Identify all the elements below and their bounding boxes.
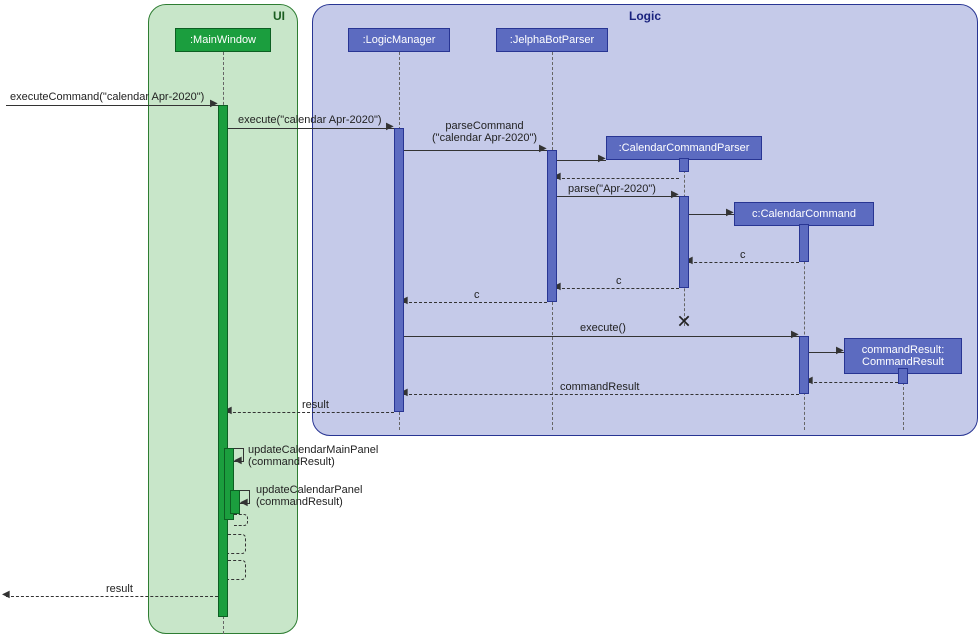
participant-calendar-command-parser: :CalendarCommandParser [606,136,762,160]
msg-parsecommand [404,150,547,151]
msg-return-c3 [404,302,547,303]
msg-execute [228,128,394,129]
arrow-create-result: ▶ [836,347,844,355]
participant-main-window: :MainWindow [175,28,271,52]
msg-parsecommand-label: parseCommand ("calendar Apr-2020") [432,120,537,144]
msg-create-parser-return [557,178,679,179]
arrow-execute-call: ▶ [791,331,799,339]
activation-main-window-3 [230,490,240,514]
activation-calendar-command-parser-1 [679,158,689,172]
participant-label: :LogicManager [363,34,436,46]
msg-executecommand [6,105,218,106]
msg-update-panel-label: updateCalendarPanel (commandResult) [256,484,362,508]
msg-execute-call [404,336,799,337]
activation-logic-manager [394,128,404,412]
arrow-create-command: ▶ [726,209,734,217]
participant-calendar-command: c:CalendarCommand [734,202,874,226]
activation-command-result [898,368,908,384]
activation-calendar-command-1 [799,224,809,262]
activation-calendar-command-parser-2 [679,196,689,288]
msg-return-c2 [557,288,679,289]
msg-commandresult-label: commandResult [560,381,639,393]
loop-return-3 [228,560,246,580]
participant-label: commandResult: CommandResult [862,344,945,368]
msg-result-return [228,412,394,413]
msg-parse-label: parse("Apr-2020") [568,183,656,195]
participant-logic-manager: :LogicManager [348,28,450,52]
participant-label: :CalendarCommandParser [619,142,750,154]
arrow-update-main-panel: ◀ [234,457,242,465]
arrow-executecommand: ▶ [210,100,218,108]
msg-parse [557,196,679,197]
participant-label: c:CalendarCommand [752,208,856,220]
loop-return-2 [228,534,246,554]
arrow-create-parser: ▶ [598,155,606,163]
msg-commandresult-return [404,394,799,395]
arrow-parsecommand: ▶ [539,145,547,153]
msg-result-out [6,596,218,597]
msg-create-result-return [809,382,898,383]
destroy-calendar-command-parser: ✕ [676,312,691,333]
frame-logic-label: Logic [629,9,661,23]
loop-return-1 [234,514,248,526]
arrow-update-panel: ◀ [240,499,248,507]
activation-calendar-command-2 [799,336,809,394]
msg-result-label: result [302,399,329,411]
msg-execute-label: execute("calendar Apr-2020") [238,114,382,126]
activation-main-window [218,105,228,617]
msg-return-c1-label: c [740,249,746,261]
arrow-result-out: ◀ [2,591,10,599]
msg-executecommand-label: executeCommand("calendar Apr-2020") [10,91,204,103]
activation-jelphabot-parser [547,150,557,302]
participant-jelphabot-parser: :JelphaBotParser [496,28,608,52]
arrow-parse: ▶ [671,191,679,199]
msg-return-c2-label: c [616,275,622,287]
msg-return-c3-label: c [474,289,480,301]
participant-label: :JelphaBotParser [510,34,594,46]
msg-update-main-panel-label: updateCalendarMainPanel (commandResult) [248,444,378,468]
frame-ui-label: UI [273,9,285,23]
msg-execute-call-label: execute() [580,322,626,334]
participant-label: :MainWindow [190,34,256,46]
msg-return-c1 [689,262,799,263]
arrow-execute: ▶ [386,123,394,131]
msg-result-out-label: result [106,583,133,595]
